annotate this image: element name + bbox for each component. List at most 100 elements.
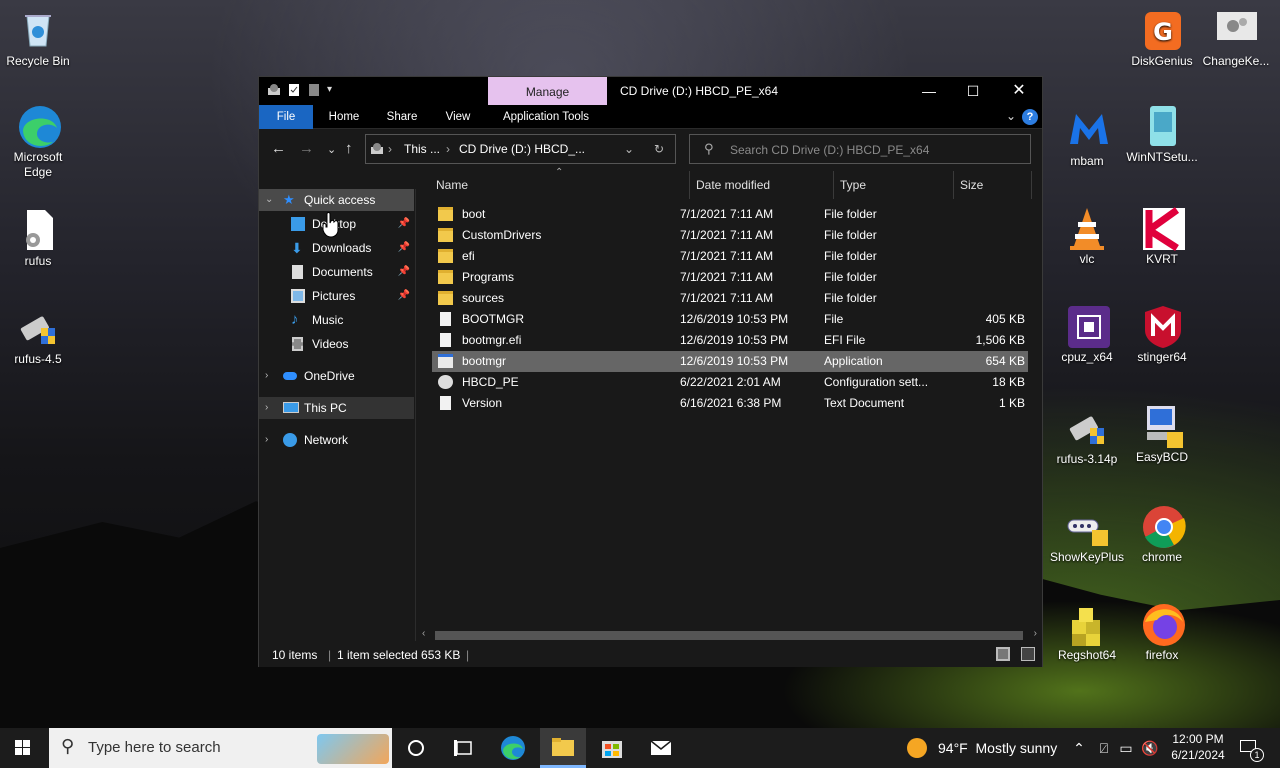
- chevron-down-icon[interactable]: ⌄: [265, 189, 273, 211]
- nav-network[interactable]: › Network: [259, 429, 414, 451]
- file-row[interactable]: Programs 7/1/2021 7:11 AM File folder: [432, 267, 1028, 288]
- breadcrumb-this-pc[interactable]: This ...: [404, 142, 440, 156]
- scrollbar-thumb[interactable]: [435, 631, 1023, 640]
- desktop-icon-recycle-bin[interactable]: Recycle Bin: [0, 8, 76, 69]
- file-size: 654 KB: [985, 354, 1025, 368]
- chevron-right-icon[interactable]: ›: [265, 429, 268, 451]
- breadcrumb-cd-drive[interactable]: CD Drive (D:) HBCD_...: [459, 142, 585, 156]
- volume-muted-icon[interactable]: 🔇: [1140, 728, 1160, 768]
- up-arrow-icon[interactable]: ↑: [345, 140, 353, 157]
- cloud-icon: [283, 372, 297, 380]
- cortana-button[interactable]: [393, 728, 439, 768]
- chevron-right-icon[interactable]: ›: [265, 365, 268, 387]
- search-box[interactable]: ⚲ Search CD Drive (D:) HBCD_PE_x64: [689, 134, 1031, 164]
- horizontal-scrollbar[interactable]: ‹ ›: [417, 627, 1042, 643]
- desktop-icon-chrome[interactable]: chrome: [1124, 504, 1200, 565]
- tab-share[interactable]: Share: [379, 105, 425, 129]
- file-row[interactable]: Version 6/16/2021 6:38 PM Text Document 1 K…: [432, 393, 1028, 414]
- desktop-icon-vlc[interactable]: vlc: [1049, 206, 1125, 267]
- forward-arrow-icon[interactable]: →: [299, 140, 314, 157]
- taskbar-store-button[interactable]: [589, 728, 635, 768]
- desktop-icon-rufus[interactable]: rufus: [0, 208, 76, 269]
- minimize-button[interactable]: —: [906, 77, 952, 105]
- column-header-size[interactable]: Size: [954, 171, 1032, 199]
- chevron-down-icon[interactable]: ▾: [327, 83, 341, 97]
- nav-pictures[interactable]: Pictures 📌: [259, 285, 414, 307]
- file-gear-icon: [17, 208, 59, 250]
- maximize-button[interactable]: ☐: [950, 77, 996, 105]
- desktop-icon-cpuz[interactable]: cpuz_x64: [1049, 304, 1125, 365]
- scroll-left-icon[interactable]: ‹: [422, 628, 425, 639]
- file-row[interactable]: sources 7/1/2021 7:11 AM File folder: [432, 288, 1028, 309]
- desktop-icon-easybcd[interactable]: EasyBCD: [1124, 404, 1200, 465]
- help-icon[interactable]: ?: [1022, 109, 1038, 125]
- taskbar-edge-button[interactable]: [490, 728, 536, 768]
- properties-icon[interactable]: [287, 83, 301, 97]
- start-button[interactable]: [0, 728, 46, 768]
- network-disconnected-icon[interactable]: ▭: [1116, 728, 1136, 768]
- item-count: 10 items: [272, 648, 318, 662]
- desktop-icon-rufus-45[interactable]: rufus-4.5: [0, 306, 76, 367]
- title-bar[interactable]: ▾ Manage CD Drive (D:) HBCD_PE_x64 — ☐ ✕: [259, 77, 1042, 105]
- desktop-icon-showkeyplus[interactable]: ShowKeyPlus: [1049, 504, 1125, 565]
- taskbar-search-input[interactable]: Type here to search: [88, 739, 221, 756]
- file-row[interactable]: efi 7/1/2021 7:11 AM File folder: [432, 246, 1028, 267]
- file-size: 1 KB: [998, 396, 1025, 410]
- file-type: File folder: [824, 228, 877, 242]
- tab-application-tools[interactable]: Application Tools: [491, 105, 601, 129]
- search-input[interactable]: Search CD Drive (D:) HBCD_PE_x64: [730, 143, 929, 157]
- nav-this-pc[interactable]: › This PC: [259, 397, 414, 419]
- show-hidden-icons-chevron-icon[interactable]: ⌃: [1070, 728, 1088, 768]
- desktop-icon-changekey[interactable]: ChangeKe...: [1198, 8, 1274, 69]
- device-icon[interactable]: ⍁: [1094, 728, 1114, 768]
- nav-videos[interactable]: Videos: [259, 333, 414, 355]
- refresh-icon[interactable]: ↻: [654, 142, 664, 156]
- breadcrumb-separator: ›: [446, 142, 450, 156]
- desktop-icon-rufus-314[interactable]: rufus-3.14p: [1049, 406, 1125, 467]
- taskbar-search-box[interactable]: ⚲ Type here to search: [49, 728, 392, 768]
- tab-home[interactable]: Home: [321, 105, 367, 129]
- large-icons-view-icon[interactable]: [1021, 647, 1035, 661]
- nav-music[interactable]: ♪ Music: [259, 309, 414, 331]
- task-view-button[interactable]: [441, 728, 487, 768]
- taskbar-mail-button[interactable]: [638, 728, 684, 768]
- recent-locations-chevron-icon[interactable]: ⌄: [327, 143, 336, 156]
- chevron-right-icon[interactable]: ›: [265, 397, 268, 419]
- nav-onedrive[interactable]: › OneDrive: [259, 365, 414, 387]
- address-bar[interactable]: › This ... › CD Drive (D:) HBCD_... ⌄ ↻: [365, 134, 676, 164]
- pin-icon: 📌: [397, 290, 410, 301]
- file-row[interactable]: bootmgr.efi 12/6/2019 10:53 PM EFI File 1,5…: [432, 330, 1028, 351]
- file-row[interactable]: boot 7/1/2021 7:11 AM File folder: [432, 204, 1028, 225]
- back-arrow-icon[interactable]: ←: [271, 140, 286, 157]
- desktop-icon-kvrt[interactable]: KVRT: [1124, 206, 1200, 267]
- column-header-name[interactable]: Name: [432, 171, 690, 199]
- desktop-icon-stinger[interactable]: stinger64: [1124, 304, 1200, 365]
- scroll-right-icon[interactable]: ›: [1034, 628, 1037, 639]
- column-header-type[interactable]: Type: [834, 171, 954, 199]
- details-view-icon[interactable]: [996, 647, 1010, 661]
- notification-center-button[interactable]: 1: [1236, 728, 1264, 768]
- tab-manage[interactable]: Manage: [488, 77, 607, 105]
- file-row[interactable]: BOOTMGR 12/6/2019 10:53 PM File 405 KB: [432, 309, 1028, 330]
- desktop-icon-firefox[interactable]: firefox: [1124, 602, 1200, 663]
- file-row[interactable]: HBCD_PE 6/22/2021 2:01 AM Configuration se…: [432, 372, 1028, 393]
- desktop-icon-edge[interactable]: Microsoft Edge: [0, 104, 76, 180]
- desktop-icon-regshot[interactable]: Regshot64: [1049, 602, 1125, 663]
- desktop-icon-winntsetup[interactable]: WinNTSetu...: [1124, 104, 1200, 165]
- nav-documents[interactable]: Documents 📌: [259, 261, 414, 283]
- file-row[interactable]: bootmgr 12/6/2019 10:53 PM Application 654 …: [432, 351, 1028, 372]
- address-dropdown-icon[interactable]: ⌄: [624, 142, 634, 156]
- tab-view[interactable]: View: [435, 105, 481, 129]
- file-row[interactable]: CustomDrivers 7/1/2021 7:11 AM File folder: [432, 225, 1028, 246]
- tab-file[interactable]: File: [259, 105, 313, 129]
- desktop-icon-diskgenius[interactable]: G DiskGenius: [1124, 8, 1200, 69]
- taskbar-file-explorer-button[interactable]: [540, 728, 586, 768]
- file-name: CustomDrivers: [462, 228, 542, 242]
- close-button[interactable]: ✕: [996, 77, 1042, 105]
- desktop-icon-mbam[interactable]: mbam: [1049, 108, 1125, 169]
- ribbon-expand-chevron-icon[interactable]: ⌄: [1006, 109, 1016, 123]
- new-folder-icon[interactable]: [307, 83, 321, 97]
- column-header-date[interactable]: Date modified: [690, 171, 834, 199]
- nav-quick-access[interactable]: ⌄ ★ Quick access: [259, 189, 414, 211]
- clock[interactable]: 12:00 PM 6/21/2024: [1162, 728, 1234, 768]
